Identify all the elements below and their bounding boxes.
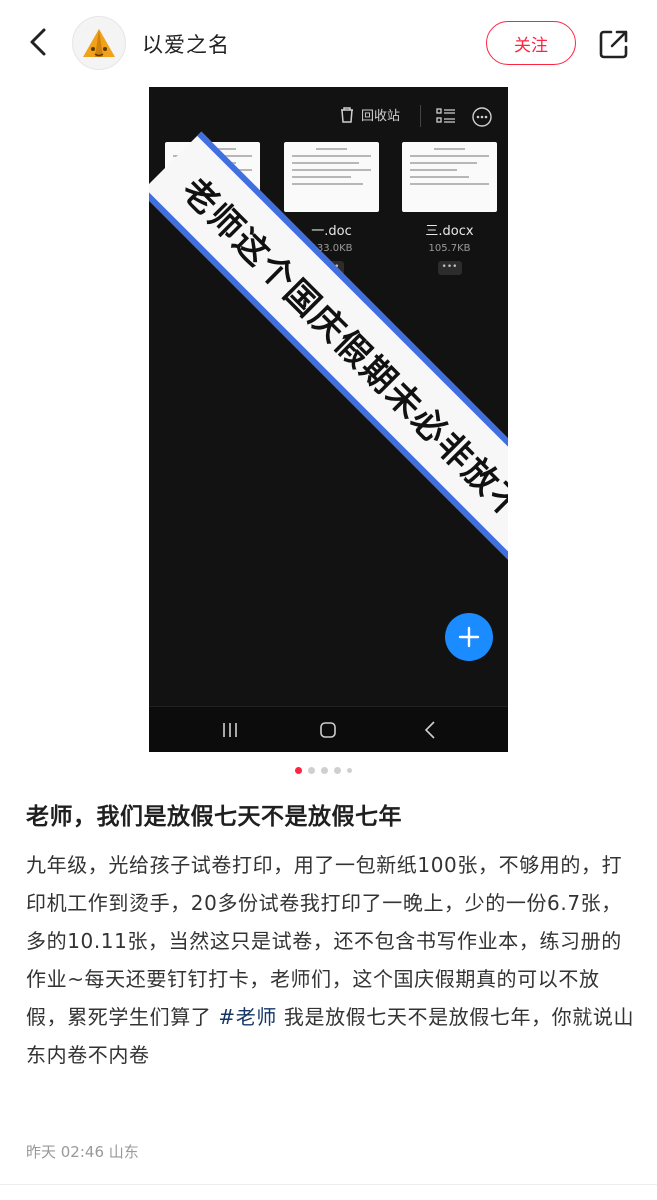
file-thumbnail (402, 142, 497, 212)
image-pager[interactable] (295, 767, 352, 774)
file-name: 三.docx (425, 224, 474, 239)
more-options-icon (472, 107, 492, 127)
follow-button[interactable]: 关注 (486, 21, 576, 65)
recent-apps-icon (223, 723, 237, 737)
toolbar-divider (420, 105, 421, 127)
pager-dot[interactable] (308, 767, 315, 774)
back-button[interactable] (20, 22, 56, 62)
pager-dot[interactable] (321, 767, 328, 774)
file-more-button: ••• (437, 261, 462, 275)
share-external-icon (599, 30, 628, 59)
hashtag-link[interactable]: #老师 (218, 1005, 277, 1029)
chevron-left-icon (30, 28, 46, 56)
recycle-bin-button: 回收站 (339, 105, 400, 124)
post-page: 以爱之名 关注 回收站 一.doc 133.0KB 三.docx 105.7KB… (0, 0, 657, 1200)
pager-dot[interactable] (347, 768, 352, 773)
nav-back-icon (424, 721, 435, 739)
post-header: 以爱之名 关注 (0, 0, 657, 86)
home-icon (320, 722, 336, 738)
post-meta: 昨天 02:46 山东 (26, 1143, 139, 1161)
pager-dot[interactable] (295, 767, 302, 774)
username[interactable]: 以爱之名 (142, 29, 230, 59)
trash-icon (341, 106, 353, 123)
recycle-bin-label: 回收站 (361, 109, 401, 124)
share-button[interactable] (596, 26, 632, 62)
plus-icon (458, 626, 480, 648)
add-fab (445, 613, 493, 661)
file-size: 105.7KB (428, 243, 471, 254)
avatar[interactable] (72, 16, 126, 70)
list-view-icon (436, 108, 455, 123)
file-card: 三.docx 105.7KB ••• (402, 142, 497, 275)
post-title: 老师，我们是放假七天不是放假七年 (26, 804, 402, 830)
file-thumbnail (284, 142, 379, 212)
post-content: 九年级，光给孩子试卷打印，用了一包新纸100张，不够用的，打印机工作到烫手，20… (26, 846, 638, 1074)
divider (0, 1184, 657, 1185)
post-image[interactable]: 回收站 一.doc 133.0KB ••• (149, 87, 508, 752)
android-nav-bar (149, 706, 508, 752)
pager-dot[interactable] (334, 767, 341, 774)
tent-avatar-icon (83, 29, 115, 57)
post-text: 九年级，光给孩子试卷打印，用了一包新纸100张，不够用的，打印机工作到烫手，20… (26, 853, 623, 1029)
